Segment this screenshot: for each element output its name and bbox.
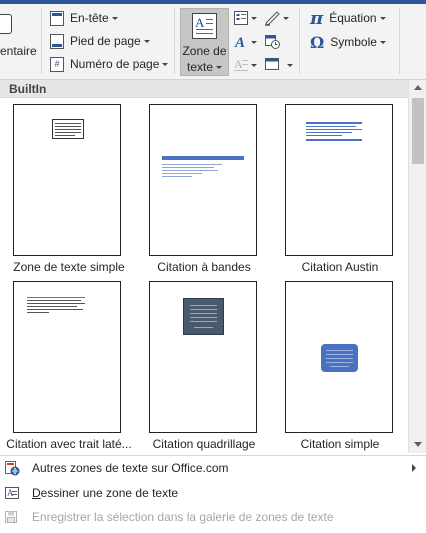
pi-icon: π xyxy=(310,7,324,29)
equation-button[interactable]: π Équation xyxy=(307,7,389,29)
equation-label: Équation xyxy=(329,11,377,25)
page-number-button[interactable]: # Numéro de page xyxy=(47,54,171,74)
footer-button[interactable]: Pied de page xyxy=(47,31,153,51)
text-box-label-line1: Zone de xyxy=(182,44,227,58)
save-to-gallery-icon xyxy=(5,511,17,523)
comment-button-label[interactable]: entaire xyxy=(0,44,37,58)
text-box-gallery: Zone de texte simple Citation à bandes C… xyxy=(0,99,408,455)
scrollbar-thumb[interactable] xyxy=(412,98,424,164)
omega-icon: Ω xyxy=(310,32,325,52)
gallery-menu: Autres zones de texte sur Office.com A D… xyxy=(0,455,426,533)
header-icon xyxy=(50,10,64,26)
chevron-down-icon[interactable] xyxy=(287,64,293,67)
scroll-up-button[interactable] xyxy=(410,80,426,96)
drop-cap-icon: A xyxy=(234,57,248,71)
text-box-label-line2: texte xyxy=(181,60,228,74)
gallery-item-austin-quote[interactable] xyxy=(285,104,393,256)
more-text-boxes-label: Autres zones de texte sur Office.com xyxy=(32,461,229,475)
symbol-button[interactable]: Ω Symbole xyxy=(307,32,389,52)
page-number-label: Numéro de page xyxy=(70,57,160,71)
gallery-item-label: Citation simple xyxy=(300,437,380,451)
gallery-item-label: Zone de texte simple xyxy=(13,260,125,274)
save-selection-menu-item: Enregistrer la sélection dans la galerie… xyxy=(0,505,426,529)
thumbnail-text-box xyxy=(52,119,84,139)
gallery-item-simple-text-box[interactable] xyxy=(13,104,121,256)
text-box-icon: A xyxy=(192,13,217,39)
chevron-down-icon xyxy=(111,16,118,20)
gallery-item-label: Citation Austin xyxy=(301,260,379,274)
chevron-down-icon[interactable] xyxy=(251,41,257,44)
footer-label: Pied de page xyxy=(70,34,141,48)
gallery-item-simple-quote[interactable] xyxy=(285,281,393,433)
ribbon-separator xyxy=(399,8,400,74)
gallery-item-label: Citation à bandes xyxy=(157,260,251,274)
thumbnail-band xyxy=(162,156,244,160)
thumbnail-rounded-box xyxy=(321,344,358,372)
draw-text-box-icon: A xyxy=(5,487,19,499)
thumbnail-grid-box xyxy=(183,298,224,335)
chevron-down-icon xyxy=(414,442,422,447)
office-online-icon xyxy=(5,461,20,476)
svg-text:A: A xyxy=(234,57,243,71)
scroll-down-button[interactable] xyxy=(410,437,426,453)
gallery-item-label: Citation avec trait laté... xyxy=(6,437,132,451)
ribbon-separator xyxy=(174,8,175,74)
chevron-up-icon xyxy=(414,85,422,90)
chevron-down-icon xyxy=(251,64,257,67)
ribbon: entaire En-tête Pied de page # Numéro de… xyxy=(0,0,426,80)
chevron-down-icon xyxy=(162,62,169,66)
chevron-down-icon xyxy=(379,16,386,20)
ribbon-separator xyxy=(41,8,42,74)
gallery-scrollbar[interactable] xyxy=(408,80,426,453)
gallery-item-sideline-quote[interactable] xyxy=(13,281,121,433)
chevron-right-icon xyxy=(412,464,416,472)
chevron-down-icon xyxy=(143,39,150,43)
more-text-boxes-menu-item[interactable]: Autres zones de texte sur Office.com xyxy=(0,456,426,480)
gallery-item-banded-quote[interactable] xyxy=(149,104,257,256)
quick-parts-icon[interactable] xyxy=(233,10,249,26)
page-number-icon: # xyxy=(50,56,64,72)
ribbon-accent-bar xyxy=(0,0,426,4)
comment-icon[interactable] xyxy=(0,14,12,34)
header-button[interactable]: En-tête xyxy=(47,8,121,28)
save-selection-label: Enregistrer la sélection dans la galerie… xyxy=(32,510,334,524)
gallery-item-label: Citation quadrillage xyxy=(152,437,256,451)
signature-line-icon[interactable] xyxy=(264,10,280,26)
gallery-section-header: BuiltIn xyxy=(0,80,408,98)
footer-icon xyxy=(50,33,64,49)
wordart-icon[interactable]: A xyxy=(233,33,249,49)
draw-text-box-label: Dessiner une zone de texte xyxy=(32,486,179,500)
date-time-icon[interactable] xyxy=(264,33,280,49)
text-box-button[interactable]: A Zone de texte xyxy=(180,8,229,76)
svg-text:A: A xyxy=(7,488,14,498)
chevron-down-icon[interactable] xyxy=(251,17,257,20)
svg-text:A: A xyxy=(234,35,245,49)
chevron-down-icon[interactable] xyxy=(283,17,289,20)
gallery-item-grid-quote[interactable] xyxy=(149,281,257,433)
chevron-down-icon xyxy=(379,40,386,44)
draw-text-box-menu-item[interactable]: A Dessiner une zone de texte xyxy=(0,481,426,505)
object-icon[interactable] xyxy=(264,56,280,72)
symbol-label: Symbole xyxy=(330,35,377,49)
header-label: En-tête xyxy=(70,11,109,25)
ribbon-separator xyxy=(299,8,300,74)
